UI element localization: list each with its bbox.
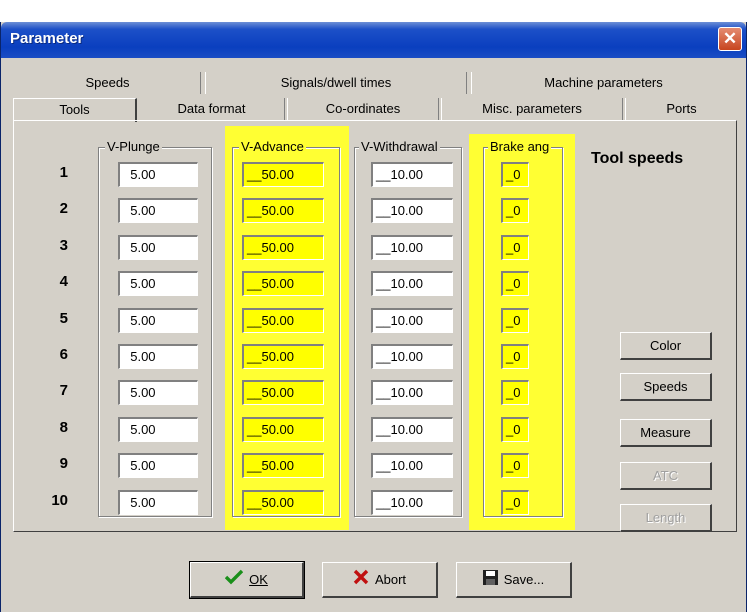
v-plunge-field[interactable]: 5.00 [118, 453, 198, 478]
brake-ang-field[interactable]: _0 [501, 235, 529, 260]
v-plunge-field[interactable]: 5.00 [118, 198, 198, 223]
save-button[interactable]: Save... [456, 562, 572, 598]
atc-button[interactable]: ATC [620, 462, 712, 490]
tool-speeds-label: Tool speeds [591, 150, 684, 167]
v-plunge-field[interactable]: 5.00 [118, 380, 198, 405]
tool-number: 10 [51, 492, 68, 509]
abort-label: Abort [374, 572, 407, 587]
tab-machine-parameters[interactable]: Machine parameters [471, 72, 735, 94]
brake-ang-field[interactable]: _0 [501, 198, 529, 223]
ok-label: OK [249, 572, 268, 587]
tool-number: 1 [59, 164, 68, 181]
brake-ang-field[interactable]: _0 [501, 417, 529, 442]
v-advance-field[interactable]: __50.00 [242, 271, 324, 296]
v-withdrawal-field[interactable]: __10.00 [371, 380, 453, 405]
speeds-button[interactable]: Speeds [620, 373, 712, 401]
tool-number: 4 [59, 273, 68, 290]
v-plunge-field[interactable]: 5.00 [118, 271, 198, 296]
v-plunge-field[interactable]: 5.00 [118, 344, 198, 369]
v-withdrawal-field[interactable]: __10.00 [371, 417, 453, 442]
v-advance-field[interactable]: __50.00 [242, 308, 324, 333]
brake-ang-field[interactable]: _0 [501, 162, 529, 187]
tool-number: 6 [59, 346, 68, 363]
v-withdrawal-field[interactable]: __10.00 [371, 344, 453, 369]
ok-button[interactable]: OK [189, 561, 305, 599]
v-withdrawal-field[interactable]: __10.00 [371, 198, 453, 223]
tool-number: 9 [59, 455, 68, 472]
v-advance-label: V-Advance [239, 139, 306, 154]
v-advance-field[interactable]: __50.00 [242, 198, 324, 223]
v-advance-field[interactable]: __50.00 [242, 235, 324, 260]
v-plunge-field[interactable]: 5.00 [118, 162, 198, 187]
brake-ang-field[interactable]: _0 [501, 490, 529, 515]
tool-number: 2 [59, 200, 68, 217]
brake-ang-field[interactable]: _0 [501, 380, 529, 405]
close-icon[interactable]: ✕ [718, 27, 742, 51]
tab-data-format[interactable]: Data format [139, 98, 285, 120]
save-label: Save... [503, 572, 545, 587]
tool-number: 3 [59, 237, 68, 254]
v-advance-field[interactable]: __50.00 [242, 417, 324, 442]
tab-co-ordinates[interactable]: Co-ordinates [287, 98, 439, 120]
brake-ang-field[interactable]: _0 [501, 271, 529, 296]
checkmark-icon [224, 564, 244, 597]
measure-button[interactable]: Measure [620, 419, 712, 447]
v-advance-field[interactable]: __50.00 [242, 490, 324, 515]
v-advance-field[interactable]: __50.00 [242, 162, 324, 187]
parameter-dialog: Parameter ✕ Speeds Signals/dwell times M… [0, 22, 747, 612]
v-withdrawal-field[interactable]: __10.00 [371, 490, 453, 515]
brake-ang-label: Brake ang [488, 139, 552, 154]
length-button[interactable]: Length [620, 504, 712, 532]
v-plunge-field[interactable]: 5.00 [118, 490, 198, 515]
tab-misc-parameters[interactable]: Misc. parameters [441, 98, 623, 120]
brake-ang-field[interactable]: _0 [501, 344, 529, 369]
v-withdrawal-field[interactable]: __10.00 [371, 308, 453, 333]
title-bar[interactable]: Parameter ✕ [1, 22, 746, 58]
v-withdrawal-field[interactable]: __10.00 [371, 162, 453, 187]
v-withdrawal-field[interactable]: __10.00 [371, 271, 453, 296]
v-withdrawal-field[interactable]: __10.00 [371, 235, 453, 260]
floppy-disk-icon [482, 564, 498, 597]
abort-button[interactable]: Abort [322, 562, 438, 598]
v-advance-field[interactable]: __50.00 [242, 344, 324, 369]
tool-number: 7 [59, 382, 68, 399]
brake-ang-field[interactable]: _0 [501, 308, 529, 333]
v-plunge-label: V-Plunge [105, 139, 162, 154]
v-plunge-field[interactable]: 5.00 [118, 235, 198, 260]
tool-number: 8 [59, 419, 68, 436]
tab-signals-dwell-times[interactable]: Signals/dwell times [205, 72, 467, 94]
x-icon [353, 564, 369, 597]
tab-tools[interactable]: Tools [13, 98, 137, 122]
color-button[interactable]: Color [620, 332, 712, 360]
v-advance-field[interactable]: __50.00 [242, 453, 324, 478]
brake-ang-field[interactable]: _0 [501, 453, 529, 478]
tab-ports[interactable]: Ports [625, 98, 737, 120]
v-plunge-field[interactable]: 5.00 [118, 417, 198, 442]
tab-speeds[interactable]: Speeds [15, 72, 201, 94]
v-advance-field[interactable]: __50.00 [242, 380, 324, 405]
v-withdrawal-label: V-Withdrawal [359, 139, 440, 154]
tool-number: 5 [59, 310, 68, 327]
v-plunge-field[interactable]: 5.00 [118, 308, 198, 333]
v-withdrawal-field[interactable]: __10.00 [371, 453, 453, 478]
window-title: Parameter [10, 30, 84, 47]
